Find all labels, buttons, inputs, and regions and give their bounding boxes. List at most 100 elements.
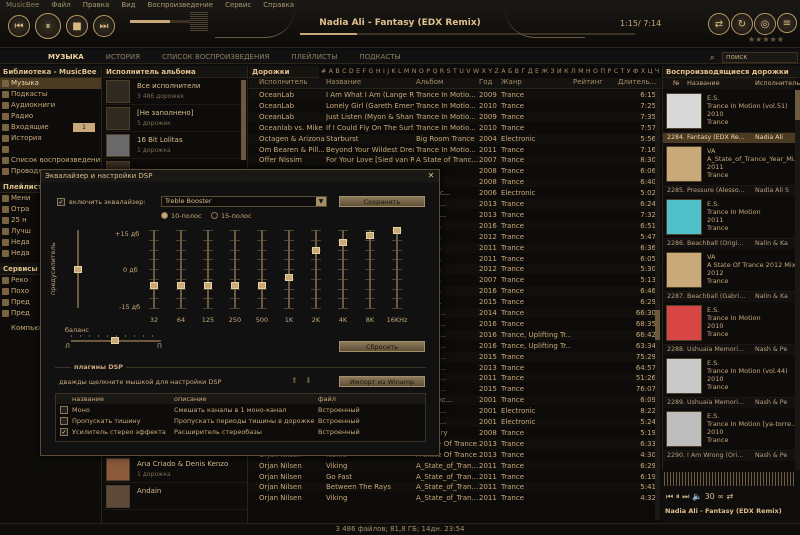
scrobble-button[interactable]: ◎ (754, 13, 776, 35)
plugin-row[interactable]: ✓ Усилитель стерео эффекта Расширитель сте… (56, 427, 425, 438)
library-item[interactable]: Музыка (0, 78, 101, 89)
waveform[interactable] (664, 472, 796, 486)
preset-select[interactable]: Treble Booster ▼ (161, 196, 327, 207)
column-header[interactable]: Год (479, 78, 499, 86)
library-item[interactable]: Подкасты (0, 89, 101, 100)
close-icon[interactable]: ✕ (426, 171, 436, 181)
column-header[interactable]: Название (326, 78, 414, 86)
mini-previous-icon[interactable]: ⏮ (666, 492, 673, 501)
queue-track[interactable]: 2290. I Am Wrong (Ori... Nash & Pe (663, 451, 795, 461)
library-item[interactable]: Входящие 1 (0, 122, 101, 133)
tab-playlists[interactable]: ПЛЕЙЛИСТЫ (291, 53, 337, 61)
artist-item[interactable]: [Не заполнено] 5 дорожек (103, 105, 247, 132)
eq-band-knob[interactable] (366, 231, 374, 239)
tracks-scrollbar[interactable] (655, 90, 660, 520)
plugin-row[interactable]: Моно Смешать каналы в 1 моно-канал Встроен… (56, 405, 425, 416)
rating-stars[interactable]: ★★★★★ (748, 35, 784, 44)
shuffle-button[interactable]: ⇄ (708, 13, 730, 35)
artist-item[interactable]: 16 Bit Lolitas 1 дорожка (103, 132, 247, 159)
plugin-checkbox[interactable]: ✓ (60, 428, 68, 436)
plugin-checkbox[interactable] (60, 406, 68, 414)
mini-pause-icon[interactable]: ⏸ (676, 492, 680, 501)
eq-band-knob[interactable] (312, 247, 320, 255)
library-item[interactable]: Аудиокниги (0, 100, 101, 111)
queue-col-artist[interactable]: Исполнитель (755, 78, 800, 89)
queue-track[interactable]: 2286. Beachball (Origi... Nalin & Ka (663, 239, 795, 249)
menu-button[interactable]: ≡ (777, 13, 797, 33)
move-down-icon[interactable]: ⬇ (305, 376, 312, 385)
move-up-icon[interactable]: ⬆ (291, 376, 298, 385)
queue-track[interactable]: 2288. Ushuaia Memori... Nash & Pe (663, 345, 795, 355)
save-button[interactable]: Сохранить (339, 196, 425, 207)
artist-item[interactable]: Ana Criado & Denis Kenzo 1 дорожка (103, 456, 247, 483)
track-row[interactable]: Offer Nissim For Your Love [Sied van Ri..… (249, 155, 661, 166)
tab-music[interactable]: МУЗЫКА (48, 53, 84, 61)
eq-band-knob[interactable] (393, 227, 401, 234)
track-row[interactable]: Orjan Nilsen Viking A_State_of_Tran... 2011… (249, 460, 661, 471)
eq-band-knob[interactable] (258, 281, 266, 289)
queue-album[interactable]: E.S. Trance In Motion (vol.44) 2010 Trance (663, 355, 795, 398)
eq-band-knob[interactable] (150, 281, 158, 289)
library-item[interactable] (0, 144, 101, 155)
queue-album[interactable]: E.S. Trance In Motion 2010 Trance (663, 302, 795, 345)
track-row[interactable]: Oceanlab vs. Mike ... If I Could Fly On T… (249, 123, 661, 133)
radio-15-band[interactable] (211, 212, 218, 219)
track-row[interactable]: Orjan Nilsen Go Fast A_State_of_Tran... 201… (249, 472, 661, 482)
queue-album[interactable]: VA A_State_of_Trance_Year_Mi... 2011 Trance (663, 143, 800, 186)
queue-album[interactable]: E.S. Trance In Motion 2011 Trance (663, 196, 795, 239)
library-item[interactable]: Радио (0, 111, 101, 122)
artist-item[interactable]: Andain (103, 483, 247, 510)
column-header[interactable]: Рейтинг (573, 78, 617, 86)
eq-band-knob[interactable] (285, 273, 293, 281)
eq-band-knob[interactable] (231, 281, 239, 289)
eq-band-knob[interactable] (177, 281, 185, 289)
alphabet-bar[interactable]: # A B C D E F G H I J K L M N O P Q R S … (321, 66, 701, 78)
column-header[interactable]: Исполнитель (259, 78, 325, 86)
track-row[interactable]: Octagen & Arizona Starburst Big Room Tranc… (249, 133, 661, 144)
next-button[interactable]: ⏭ (93, 15, 115, 37)
volume-slider[interactable] (130, 20, 190, 23)
track-row[interactable]: Orjan Nilsen Between The Rays A_State_of_T… (249, 482, 661, 493)
tab-podcasts[interactable]: ПОДКАСТЫ (359, 53, 400, 61)
eq-band-knob[interactable] (339, 239, 347, 247)
library-item[interactable]: История (0, 133, 101, 144)
menu-file[interactable]: Файл (51, 0, 70, 10)
previous-button[interactable]: ⏮ (8, 15, 30, 37)
artist-scrollbar[interactable] (241, 80, 246, 160)
queue-scrollbar[interactable] (795, 90, 800, 470)
queue-col-title[interactable]: Название (687, 78, 720, 89)
queue-album[interactable]: E.S. Trance In Motion (vol.51) 2010 Trance (663, 90, 795, 133)
track-row[interactable]: OceanLab I Am What I Am (Lange R... Trance… (249, 90, 661, 100)
stop-button[interactable]: ■ (66, 15, 88, 37)
col-name[interactable]: название (72, 394, 104, 404)
pause-button[interactable]: ⏸ (35, 13, 61, 39)
queue-album[interactable]: VA A State Of Trance 2012 Mix... 2012 Tranc… (663, 249, 800, 292)
column-header[interactable]: Длитель... (618, 78, 656, 86)
queue-track[interactable]: 2287. Beachball (Gabri... Nalin & Ka (663, 292, 795, 302)
search-input[interactable]: поиск (722, 52, 798, 63)
plugin-row[interactable]: Пропускать тишину Пропускать периоды тиши… (56, 416, 425, 427)
mini-next-icon[interactable]: ⏭ (682, 492, 689, 501)
plugin-checkbox[interactable] (60, 417, 68, 425)
column-header[interactable]: Жанр (501, 78, 571, 86)
queue-track[interactable]: 2285. Pressure (Alesso... Nadia Ali S (663, 186, 795, 196)
repeat-button[interactable]: ↻ (731, 13, 753, 35)
col-file[interactable]: файл (318, 394, 336, 404)
menu-edit[interactable]: Правка (83, 0, 110, 10)
queue-track[interactable]: 2289. Ushuaia Memori... Nash & Pe (663, 398, 795, 408)
queue-track[interactable]: 2284. Fantasy (EDX Re... Nadia Ali (663, 133, 795, 143)
reset-button[interactable]: Сбросить (339, 341, 425, 352)
eq-band-knob[interactable] (204, 281, 212, 289)
balance-knob[interactable] (111, 337, 119, 344)
column-header[interactable]: Альбом (416, 78, 478, 86)
preamp-knob[interactable] (74, 266, 82, 273)
track-row[interactable]: Om Bearen & Pill... Beyond Your Wildest D… (249, 145, 661, 155)
import-winamp-button[interactable]: Импорт из Winamp (339, 376, 425, 387)
tab-now-playing-list[interactable]: СПИСОК ВОСПРОИЗВЕДЕНИЯ (162, 53, 269, 61)
queue-col-no[interactable]: № (673, 78, 680, 89)
col-description[interactable]: описание (174, 394, 206, 404)
track-row[interactable]: Orjan Nilsen Viking A_State_of_Tran... 2011… (249, 493, 661, 503)
track-row[interactable]: OceanLab Lonely Girl (Gareth Emery... Tran… (249, 101, 661, 111)
menu-playback[interactable]: Воспроизведение (148, 0, 214, 10)
mini-loop-icon[interactable]: ∞ (717, 492, 724, 501)
